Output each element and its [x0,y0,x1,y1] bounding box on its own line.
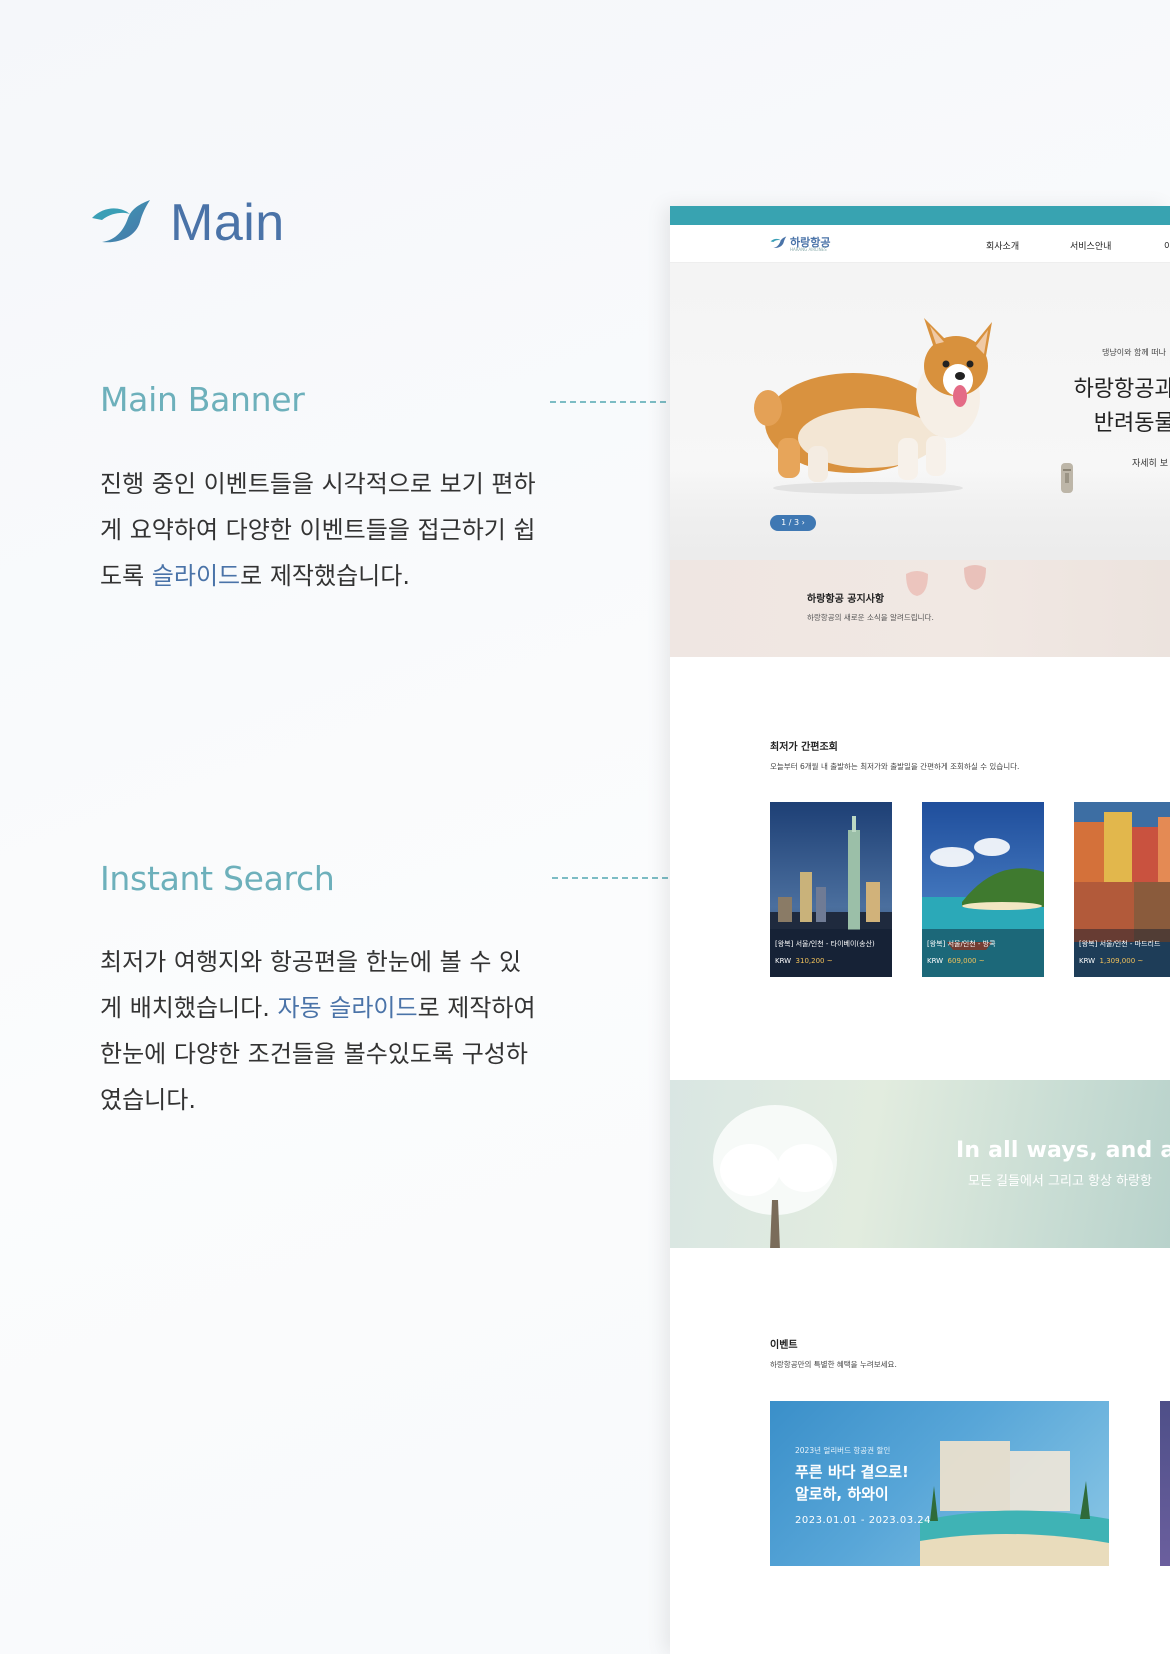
card-route: [왕복] 서울/인천 - 방콕 [927,940,996,948]
banner-pager-button[interactable]: 1 / 3 › [770,515,816,531]
nav-item-services[interactable]: 서비스안내 [1070,239,1111,252]
event-card-hawaii[interactable]: 2023년 얼리버드 항공권 할인 푸른 바다 곁으로! 알로하, 하와이 20… [770,1401,1109,1566]
destination-card-madrid[interactable]: [왕복] 서울/인천 - 마드리드 KRW 1,309,000 ~ [1074,802,1170,977]
event-card-next[interactable] [1160,1401,1170,1566]
tulip-icon [964,565,986,590]
slogan-korean: 모든 길들에서 그리고 항상 하랑항 [968,1174,1152,1189]
section-body-main-banner: 진행 중인 이벤트들을 시각적으로 보기 편하 게 요약하여 다양한 이벤트들을… [100,461,560,599]
body-line: 한눈에 다양한 조건들을 볼수있도록 구성하 [100,1040,528,1068]
event-title: 푸른 바다 곁으로! 알로하, 하와이 [795,1463,909,1503]
nav-item-company[interactable]: 회사소개 [986,239,1019,252]
main-banner-slide[interactable]: 댕냥이와 함께 떠나 하랑항공과 함 반려동물 동 자세히 보 1 / 3 › [670,263,1170,560]
card-route: [왕복] 서울/인천 - 마드리드 [1079,940,1161,948]
events-title: 이벤트 [770,1340,798,1351]
destination-card-bangkok[interactable]: [왕복] 서울/인천 - 방콕 KRW 609,000 ~ [922,802,1044,977]
body-line: 진행 중인 이벤트들을 시각적으로 보기 편하 [100,470,536,498]
body-line: 게 배치했습니다. 자동 슬라이드로 제작하여 [100,994,536,1022]
moai-statue-image [1061,463,1073,493]
notice-section[interactable]: 하랑항공 공지사항 하랑항공의 새로운 소식을 알려드립니다. [670,560,1170,657]
hawaii-resort-image [920,1441,1109,1566]
section-title-main-banner: Main Banner [100,380,305,419]
highlight-text: 자동 슬라이드 [277,994,418,1022]
website-mockup: 하랑항공 HARANG AIRLINES 회사소개 서비스안내 이 댕냥이와 함… [670,206,1170,1654]
snowy-tree-image [713,1105,837,1248]
corgi-dog-image [754,318,992,494]
nav-item-more[interactable]: 이 [1164,239,1170,252]
body-line: 였습니다. [100,1086,196,1114]
site-header: 하랑항공 HARANG AIRLINES 회사소개 서비스안내 이 [670,225,1170,263]
brand-logo-icon [92,200,150,243]
event-date: 2023.01.01 - 2023.03.24 [795,1515,931,1526]
instant-search-title: 최저가 간편조회 [770,742,838,753]
events-subtitle: 하랑항공만의 특별한 혜택을 누려보세요. [770,1360,897,1369]
notice-title: 하랑항공 공지사항 [807,594,885,605]
banner-more-link[interactable]: 자세히 보 [1132,456,1168,469]
section-body-instant-search: 최저가 여행지와 항공편을 한눈에 볼 수 있 게 배치했습니다. 자동 슬라이… [100,939,560,1123]
page-title: Main [170,194,285,252]
site-logo[interactable]: 하랑항공 HARANG AIRLINES [770,234,830,252]
notice-subtitle: 하랑항공의 새로운 소식을 알려드립니다. [807,613,934,622]
brand-logo-icon [770,236,787,248]
tulip-icon [906,571,928,596]
banner-eyebrow: 댕냥이와 함께 떠나 [1102,348,1166,357]
card-price: KRW 609,000 ~ [927,957,985,965]
destination-card-taipei[interactable]: [왕복] 서울/인천 - 타이베이(송산) KRW 310,200 ~ [770,802,892,977]
body-line: 도록 슬라이드로 제작했습니다. [100,562,410,590]
section-title-instant-search: Instant Search [100,859,335,898]
body-line: 게 요약하여 다양한 이벤트들을 접근하기 쉽 [100,516,536,544]
event-eyebrow: 2023년 얼리버드 항공권 할인 [795,1446,891,1455]
card-route: [왕복] 서울/인천 - 타이베이(송산) [775,940,875,948]
top-bar [670,206,1170,225]
slogan-banner: In all ways, and alw 모든 길들에서 그리고 항상 하랑항 [670,1080,1170,1248]
card-price: KRW 310,200 ~ [775,957,833,965]
banner-title: 하랑항공과 함 반려동물 동 [1073,377,1170,436]
instant-search-subtitle: 오늘부터 6개월 내 출발하는 최저가와 출발일을 간편하게 조회하실 수 있습… [770,762,1020,771]
card-price: KRW 1,309,000 ~ [1079,957,1144,965]
body-line: 최저가 여행지와 항공편을 한눈에 볼 수 있 [100,948,522,976]
slogan-english: In all ways, and alw [956,1138,1170,1163]
highlight-text: 슬라이드 [151,562,241,590]
site-logo-subtext: HARANG AIRLINES [790,247,827,252]
